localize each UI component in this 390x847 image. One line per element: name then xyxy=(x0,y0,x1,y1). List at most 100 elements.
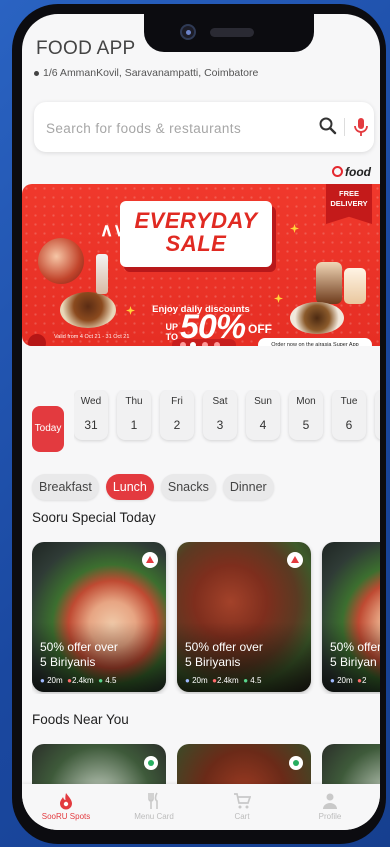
meal-chip-breakfast[interactable]: Breakfast xyxy=(32,474,99,500)
day-name: Wed xyxy=(80,396,102,407)
offer-line2: 5 Biriyanis xyxy=(185,655,241,669)
day-name: Sat xyxy=(212,396,228,407)
tab-label: Menu Card xyxy=(134,812,174,821)
day-name: Mon xyxy=(296,396,316,407)
tab-sooru-spots[interactable]: SooRU Spots xyxy=(26,792,106,821)
offer-time: 20m xyxy=(192,676,208,685)
brand-label: food xyxy=(345,165,371,179)
veg-badge-icon xyxy=(144,756,158,770)
near-cards xyxy=(32,744,380,786)
brand-logo: food xyxy=(332,165,371,179)
order-now-pill[interactable]: Order now on the airasia Super App xyxy=(258,338,372,346)
brand-ring-icon xyxy=(332,166,343,177)
search-icon[interactable] xyxy=(318,116,338,136)
search-bar[interactable] xyxy=(34,102,374,152)
day-item[interactable]: Fri 2 xyxy=(160,390,194,440)
carousel-dot[interactable] xyxy=(202,342,208,346)
delivery-address[interactable]: 1/6 AmmanKovil, Saravanampatti, Coimbato… xyxy=(34,67,258,79)
meal-filter: Breakfast Lunch Snacks Dinner xyxy=(32,474,281,504)
day-name: Fri xyxy=(171,396,183,407)
offer-line1: 50% offer xyxy=(330,640,380,654)
day-number: 31 xyxy=(84,418,98,432)
day-number: 4 xyxy=(259,418,267,432)
veg-badge-icon xyxy=(289,756,303,770)
day-selector: Wed 31 Thu 1 Fri 2 Sat 3 Sun 4 Mon 5 Tue 6 W xyxy=(74,390,380,454)
profile-icon xyxy=(323,793,337,809)
day-today[interactable]: Today xyxy=(32,406,64,452)
near-card[interactable] xyxy=(32,744,166,786)
search-input[interactable] xyxy=(44,115,298,141)
star-icon: ● xyxy=(243,676,249,685)
offer-title: 50% offer over 5 Biriyanis xyxy=(40,640,118,670)
day-name: Sun xyxy=(254,396,272,407)
meal-chip-dinner[interactable]: Dinner xyxy=(222,474,274,500)
meal-chip-snacks[interactable]: Snacks xyxy=(160,474,216,500)
tab-label: Cart xyxy=(234,812,250,821)
carousel-indicator[interactable] xyxy=(172,339,236,346)
offer-distance: 2 xyxy=(361,676,367,685)
microphone-icon[interactable] xyxy=(350,115,372,139)
address-text: 1/6 AmmanKovil, Saravanampatti, Coimbato… xyxy=(43,67,259,79)
star-icon: ● xyxy=(98,676,104,685)
offer-meta: ● 20m ●2.4km ● 4.5 xyxy=(185,676,261,685)
offer-distance: 2.4km xyxy=(71,676,94,685)
offer-line1: 50% offer over xyxy=(185,640,263,654)
day-item[interactable]: Tue 6 xyxy=(332,390,366,440)
tab-profile[interactable]: Profile xyxy=(290,792,370,821)
offer-time: 20m xyxy=(47,676,63,685)
promo-banner[interactable]: FREE DELIVERY ∧∨ EVERYDAY SALE Enjoy dai… xyxy=(22,184,380,346)
offer-line1: 50% offer over xyxy=(40,640,118,654)
offer-meta: ● 20m ●2 xyxy=(330,676,366,685)
special-cards: 50% offer over 5 Biriyanis ● 20m ●2.4km ●… xyxy=(32,542,380,694)
offer-time: 20m xyxy=(337,676,353,685)
sale-title-line1: EVERYDAY xyxy=(134,208,258,233)
carousel-dot[interactable] xyxy=(180,342,186,346)
near-card[interactable] xyxy=(177,744,311,786)
offer-title: 50% offer over 5 Biriyanis xyxy=(185,640,263,670)
offer-rating: 4.5 xyxy=(250,676,262,685)
tab-cart[interactable]: Cart xyxy=(202,792,282,821)
day-item[interactable]: Wed 31 xyxy=(74,390,108,440)
offer-card[interactable]: 50% offer 5 Biriyan ● 20m ●2 xyxy=(322,542,380,692)
offer-line2: 5 Biriyanis xyxy=(40,655,96,669)
fork-spoon-icon xyxy=(28,334,46,346)
clock-icon: ● xyxy=(185,676,190,685)
sale-title-line2: SALE xyxy=(165,231,227,256)
day-name: Tue xyxy=(340,396,358,407)
discount-off: OFF xyxy=(248,322,272,336)
camera-icon xyxy=(180,24,196,40)
day-number: 5 xyxy=(302,418,310,432)
tab-menu-card[interactable]: Menu Card xyxy=(114,792,194,821)
notch xyxy=(144,14,314,52)
day-item[interactable]: Sat 3 xyxy=(203,390,237,440)
cup-image xyxy=(344,268,366,304)
nonveg-badge-icon xyxy=(287,552,303,568)
app-screen: FOOD APP 1/6 AmmanKovil, Saravanampatti,… xyxy=(22,14,380,830)
cart-icon xyxy=(234,793,251,809)
near-card[interactable] xyxy=(322,744,380,786)
tab-label: SooRU Spots xyxy=(41,812,91,821)
day-item[interactable]: Sun 4 xyxy=(246,390,280,440)
carousel-dot[interactable] xyxy=(214,342,220,346)
meal-chip-lunch[interactable]: Lunch xyxy=(105,474,154,500)
offer-distance: 2.4km xyxy=(216,676,239,685)
offer-card[interactable]: 50% offer over 5 Biriyanis ● 20m ●2.4km ●… xyxy=(32,542,166,692)
offer-meta: ● 20m ●2.4km ● 4.5 xyxy=(40,676,116,685)
search-divider xyxy=(344,118,345,136)
bottle-image xyxy=(96,254,108,294)
offer-card[interactable]: 50% offer over 5 Biriyanis ● 20m ●2.4km ●… xyxy=(177,542,311,692)
carousel-dot-active[interactable] xyxy=(190,342,196,346)
bottom-tab-bar: SooRU Spots Menu Card Cart Profile xyxy=(22,784,380,830)
offer-line2: 5 Biriyan xyxy=(330,655,377,669)
section-title-special: Sooru Special Today xyxy=(32,510,156,525)
day-item[interactable]: Mon 5 xyxy=(289,390,323,440)
drink-image xyxy=(316,262,342,304)
offer-title: 50% offer 5 Biriyan xyxy=(330,640,380,670)
day-item[interactable]: W xyxy=(375,390,380,440)
location-dot-icon xyxy=(34,70,39,76)
nonveg-badge-icon xyxy=(142,552,158,568)
fork-knife-icon xyxy=(148,792,158,809)
day-number: 1 xyxy=(130,418,138,432)
day-name: W xyxy=(375,396,380,407)
day-item[interactable]: Thu 1 xyxy=(117,390,151,440)
